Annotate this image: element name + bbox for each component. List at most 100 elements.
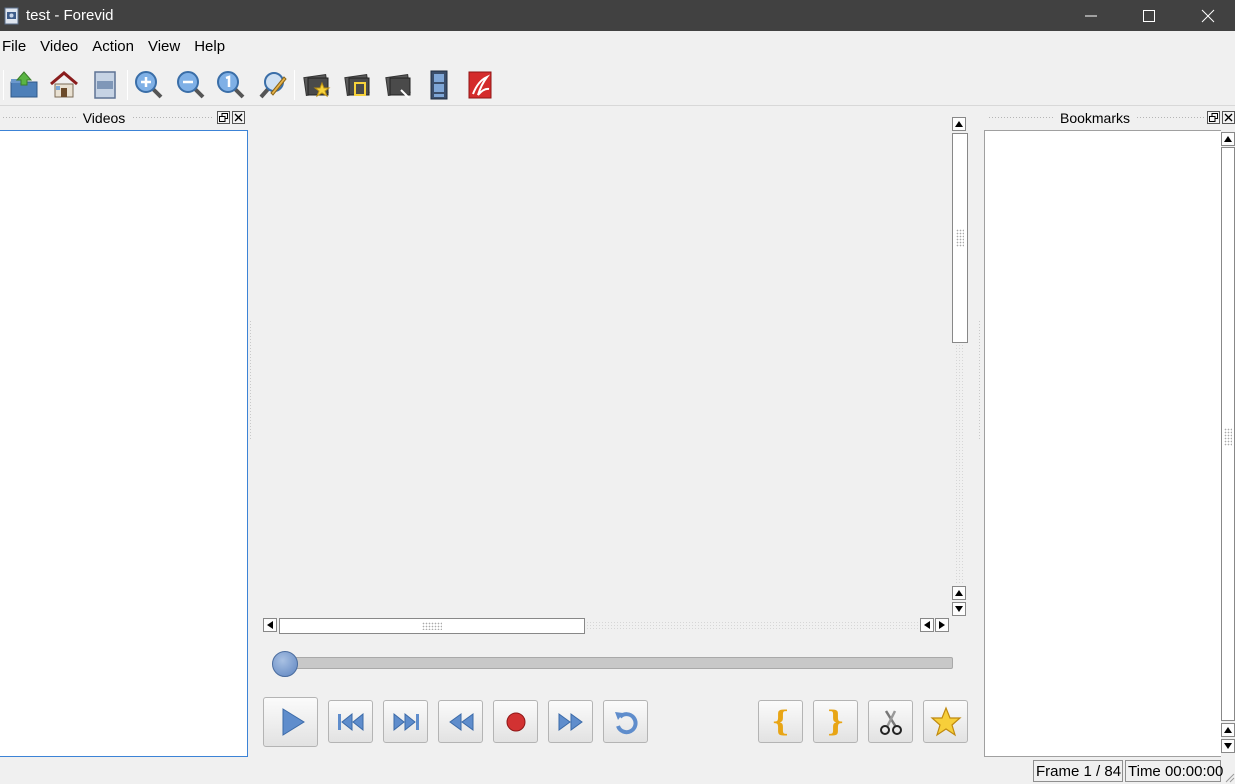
video-vertical-scrollbar[interactable] (952, 116, 968, 618)
scroll-left-button[interactable] (920, 618, 934, 632)
scroll-thumb[interactable] (952, 133, 968, 343)
scroll-up-button[interactable] (952, 586, 966, 600)
arrow-left-icon (924, 621, 930, 629)
scissors-icon (879, 709, 902, 735)
zoom-in-button[interactable] (131, 67, 167, 103)
frame-icon (94, 71, 116, 99)
menu-bar: File Video Action View Help (0, 31, 1235, 62)
bookmarks-float-button[interactable] (1207, 111, 1220, 124)
menu-file[interactable]: File (0, 38, 33, 55)
videos-panel-title: Videos (82, 110, 126, 126)
scroll-left-button[interactable] (263, 618, 277, 632)
scroll-track[interactable] (586, 621, 918, 631)
arrow-up-icon (1224, 136, 1232, 142)
menu-view[interactable]: View (146, 38, 187, 55)
zoom-reset-icon (217, 71, 245, 99)
menu-action[interactable]: Action (90, 38, 141, 55)
bookmark-export-button[interactable] (381, 67, 417, 103)
home-icon (50, 71, 78, 98)
scroll-thumb[interactable] (1221, 147, 1235, 721)
pdf-export-button[interactable] (462, 67, 498, 103)
toolbar-separator (127, 70, 128, 100)
fast-forward-button[interactable] (548, 700, 593, 743)
cut-button[interactable] (868, 700, 913, 743)
play-button[interactable] (263, 697, 318, 747)
time-display: Time 00:00:00 (1125, 760, 1223, 782)
toolbar-separator (3, 70, 4, 100)
frame-button[interactable] (87, 67, 123, 103)
menu-help[interactable]: Help (192, 38, 232, 55)
bookmark-star-icon (303, 73, 331, 98)
open-button[interactable] (6, 67, 42, 103)
clip-end-icon: } (826, 705, 845, 738)
bookmark-export-icon (385, 73, 411, 99)
toolbar-separator (294, 70, 295, 100)
bookmark-add-button[interactable] (299, 67, 335, 103)
close-button[interactable] (1179, 0, 1235, 31)
loop-icon (614, 711, 638, 734)
open-folder-icon (10, 71, 38, 98)
seek-slider-handle[interactable] (272, 651, 298, 677)
clip-end-button[interactable]: } (813, 700, 858, 743)
star-icon (929, 705, 962, 736)
close-icon (1201, 9, 1215, 22)
bookmarks-list[interactable] (984, 130, 1221, 757)
maximize-button[interactable] (1120, 0, 1178, 31)
resize-grip-icon[interactable] (1223, 771, 1235, 783)
scroll-track[interactable] (955, 344, 965, 584)
clip-start-button[interactable]: { (758, 700, 803, 743)
close-icon (1224, 113, 1233, 122)
record-button[interactable] (493, 700, 538, 743)
zoom-out-button[interactable] (173, 67, 209, 103)
bookmarks-dock-grip[interactable] (988, 116, 1054, 120)
minimize-button[interactable] (1062, 0, 1120, 31)
arrow-down-icon (955, 606, 963, 612)
skip-end-icon (393, 712, 419, 731)
record-icon (506, 712, 525, 731)
videos-dock-grip[interactable] (2, 116, 78, 120)
frame-counter: Frame 1 / 84 (1033, 760, 1123, 782)
zoom-custom-icon (259, 72, 287, 99)
grip-icon (1224, 428, 1232, 446)
arrow-right-icon (939, 621, 945, 629)
left-splitter[interactable] (249, 320, 253, 440)
video-view[interactable] (262, 116, 952, 616)
bookmarks-panel-title: Bookmarks (1059, 110, 1131, 126)
loop-button[interactable] (603, 700, 648, 743)
zoom-out-icon (177, 71, 205, 99)
minimize-icon (1085, 15, 1097, 16)
scroll-thumb[interactable] (279, 618, 585, 634)
home-button[interactable] (46, 67, 82, 103)
videos-float-button[interactable] (217, 111, 230, 124)
videos-close-button[interactable] (232, 111, 245, 124)
film-button[interactable] (421, 67, 457, 103)
scroll-up-button[interactable] (1221, 132, 1235, 146)
film-strip-icon (430, 70, 448, 100)
videos-list[interactable] (0, 130, 248, 757)
bookmarks-close-button[interactable] (1222, 111, 1235, 124)
scroll-down-button[interactable] (952, 602, 966, 616)
rewind-button[interactable] (438, 700, 483, 743)
menu-video[interactable]: Video (38, 38, 85, 55)
scroll-up-button[interactable] (952, 117, 966, 131)
close-icon (234, 113, 243, 122)
skip-start-button[interactable] (328, 700, 373, 743)
bookmarks-vertical-scrollbar[interactable] (1221, 130, 1235, 757)
zoom-reset-button[interactable] (213, 67, 249, 103)
right-splitter[interactable] (978, 320, 982, 440)
bookmark-clip-button[interactable] (340, 67, 376, 103)
arrow-down-icon (1224, 743, 1232, 749)
bookmark-clip-icon (344, 73, 370, 97)
arrow-up-icon (955, 121, 963, 127)
scroll-up-button[interactable] (1221, 723, 1235, 737)
videos-dock-grip[interactable] (132, 116, 214, 120)
scroll-right-button[interactable] (935, 618, 949, 632)
skip-end-button[interactable] (383, 700, 428, 743)
skip-start-icon (337, 712, 363, 731)
video-horizontal-scrollbar[interactable] (262, 618, 952, 634)
seek-slider-track[interactable] (284, 657, 953, 669)
favorite-button[interactable] (923, 700, 968, 743)
scroll-down-button[interactable] (1221, 739, 1235, 753)
bookmarks-dock-grip[interactable] (1136, 116, 1204, 120)
zoom-custom-button[interactable] (255, 67, 291, 103)
